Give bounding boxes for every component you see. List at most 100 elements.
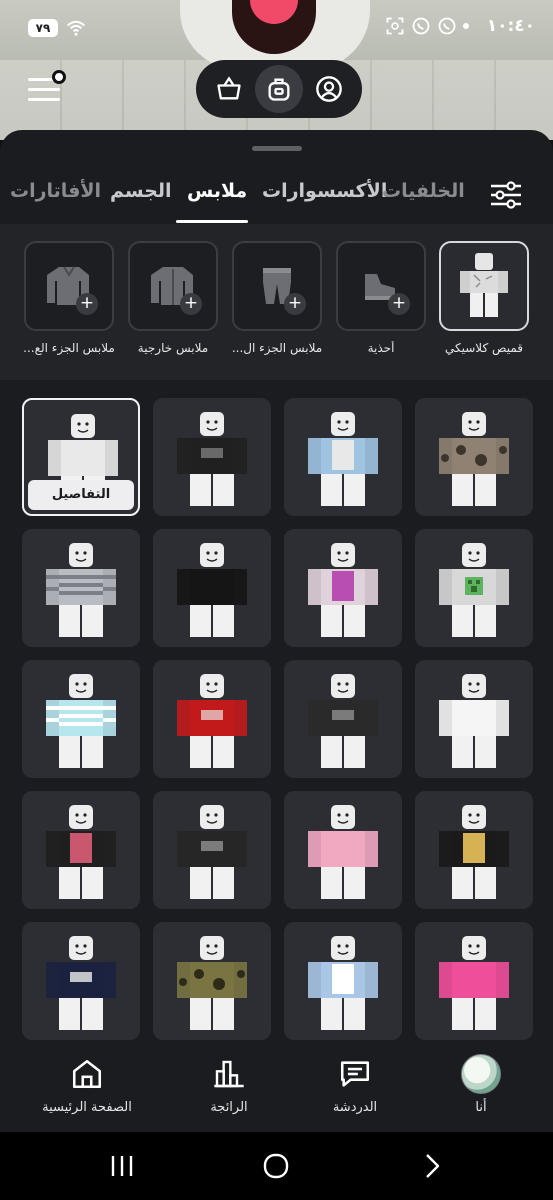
back-system-button[interactable]: [412, 1150, 452, 1182]
subcategory-label: أحذية: [367, 341, 395, 355]
subcategory-bottom-clothing[interactable]: + ...ملابس الجزء ال: [232, 241, 322, 355]
clothing-subcategories: قميص كلاسيكي + أحذية + ...ملابس الجزء ال: [0, 224, 553, 380]
add-icon: +: [284, 293, 306, 315]
backpack-icon: [268, 78, 290, 101]
subcategory-top-clothing[interactable]: + ...ملابس الجزء الع: [23, 241, 115, 355]
clothing-item-card[interactable]: [153, 398, 271, 516]
clothing-item-card[interactable]: [415, 922, 533, 1040]
clothing-item-card[interactable]: [153, 660, 271, 778]
filter-icon[interactable]: [489, 180, 523, 210]
clothing-item-card[interactable]: [22, 791, 140, 909]
clothing-item-card[interactable]: [153, 791, 271, 909]
avatar-outfit-thumbnail: [415, 922, 533, 1040]
profile-circle-icon: [316, 76, 342, 102]
sheet-drag-handle[interactable]: [252, 146, 302, 151]
avatar-outfit-thumbnail: [284, 791, 402, 909]
wifi-icon: [66, 20, 86, 36]
tab-backgrounds[interactable]: الخلفيات: [382, 180, 465, 202]
shop-button[interactable]: [205, 65, 253, 113]
clothing-item-card[interactable]: [284, 529, 402, 647]
subcategory-tile: +: [336, 241, 426, 331]
notification-dot: [52, 70, 66, 84]
recent-apps-icon: [111, 1156, 133, 1176]
subcategory-label: قميص كلاسيكي: [445, 341, 523, 355]
add-icon: +: [76, 293, 98, 315]
shopping-basket-icon: [217, 76, 241, 100]
subcategory-tile: [439, 241, 529, 331]
avatar-outfit-thumbnail: [153, 529, 271, 647]
clothing-item-card[interactable]: [415, 398, 533, 516]
whatsapp-icon: [412, 17, 430, 35]
subcategory-label: ملابس خارجية: [137, 341, 209, 355]
tab-avatars[interactable]: الأفاتارات: [10, 180, 101, 202]
avatar-outfit-thumbnail: [284, 398, 402, 516]
nav-icon-wrap: [335, 1054, 375, 1094]
category-tabs: الأفاتارات الجسم ملابس الأكسسوارات الخلف…: [0, 174, 553, 224]
quick-actions-pill: [196, 60, 362, 118]
trending-chart-icon: [214, 1060, 244, 1088]
avatar-outfit-thumbnail: [22, 660, 140, 778]
add-icon: +: [180, 293, 202, 315]
avatar-outfit-thumbnail: [415, 398, 533, 516]
subcategory-outerwear[interactable]: + ملابس خارجية: [128, 241, 218, 355]
back-icon: [426, 1154, 440, 1178]
avatar-outfit-thumbnail: [284, 529, 402, 647]
clothing-item-card[interactable]: [415, 529, 533, 647]
nav-home[interactable]: الصفحة الرئيسية: [32, 1054, 142, 1115]
profile-button[interactable]: [305, 65, 353, 113]
menu-button[interactable]: [28, 70, 66, 104]
nav-trending[interactable]: الرائجة: [174, 1054, 284, 1115]
clothing-item-card[interactable]: [284, 922, 402, 1040]
status-dot: [463, 23, 469, 29]
hamburger-icon-line: [28, 98, 60, 101]
clothing-item-card[interactable]: التفاصيل: [22, 398, 140, 516]
nav-label: الرائجة: [210, 1100, 248, 1115]
subcategory-shoes[interactable]: + أحذية: [336, 241, 426, 355]
nav-label: أنا: [475, 1100, 487, 1115]
clothing-item-card[interactable]: [22, 660, 140, 778]
clothing-item-card[interactable]: [415, 791, 533, 909]
avatar-outfit-thumbnail: [22, 922, 140, 1040]
subcategory-tile: +: [232, 241, 322, 331]
nav-icon-wrap: [67, 1054, 107, 1094]
avatar-outfit-thumbnail: [22, 529, 140, 647]
recent-apps-button[interactable]: [102, 1150, 142, 1182]
clothing-item-card[interactable]: [284, 660, 402, 778]
hamburger-icon-line: [28, 88, 60, 91]
inventory-button[interactable]: [255, 65, 303, 113]
nav-icon-wrap: [209, 1054, 249, 1094]
clothing-item-card[interactable]: [153, 922, 271, 1040]
tab-accessories[interactable]: الأكسسوارات: [262, 180, 387, 202]
active-tab-indicator: [176, 220, 248, 223]
tab-body[interactable]: الجسم: [110, 180, 172, 202]
avatar-outfit-thumbnail: [153, 922, 271, 1040]
avatar-outfit-thumbnail: [415, 791, 533, 909]
whatsapp-icon: [438, 17, 456, 35]
clothing-item-card[interactable]: [153, 529, 271, 647]
home-system-button[interactable]: [256, 1150, 296, 1182]
avatar-outfit-thumbnail: [415, 529, 533, 647]
subcategory-label: ...ملابس الجزء الع: [23, 341, 115, 355]
nav-me[interactable]: أنا: [426, 1054, 536, 1115]
clothing-item-card[interactable]: [22, 922, 140, 1040]
clothing-item-card[interactable]: [284, 398, 402, 516]
status-left: ٧٩: [28, 18, 86, 38]
avatar-outfit-thumbnail: [153, 398, 271, 516]
clothing-item-card[interactable]: [284, 791, 402, 909]
avatar-editor-sheet: الأفاتارات الجسم ملابس الأكسسوارات الخلف…: [0, 130, 553, 1132]
clothing-item-card[interactable]: [22, 529, 140, 647]
avatar-outfit-thumbnail: [22, 791, 140, 909]
clothing-item-card[interactable]: [415, 660, 533, 778]
classic-shirt-icon: [460, 253, 508, 317]
subcategory-label: ...ملابس الجزء ال: [231, 341, 323, 355]
avatar: [461, 1054, 501, 1094]
avatar-outfit-thumbnail: [153, 660, 271, 778]
subcategory-classic-shirt[interactable]: قميص كلاسيكي: [439, 241, 529, 355]
details-button[interactable]: التفاصيل: [28, 480, 134, 510]
clock: ١٠:٤٠: [486, 16, 535, 36]
nav-chat[interactable]: الدردشة: [300, 1054, 410, 1115]
status-notification-icons: [385, 16, 469, 36]
tab-clothing[interactable]: ملابس: [187, 180, 247, 202]
avatar-outfit-thumbnail: [415, 660, 533, 778]
avatar-outfit-thumbnail: [153, 791, 271, 909]
